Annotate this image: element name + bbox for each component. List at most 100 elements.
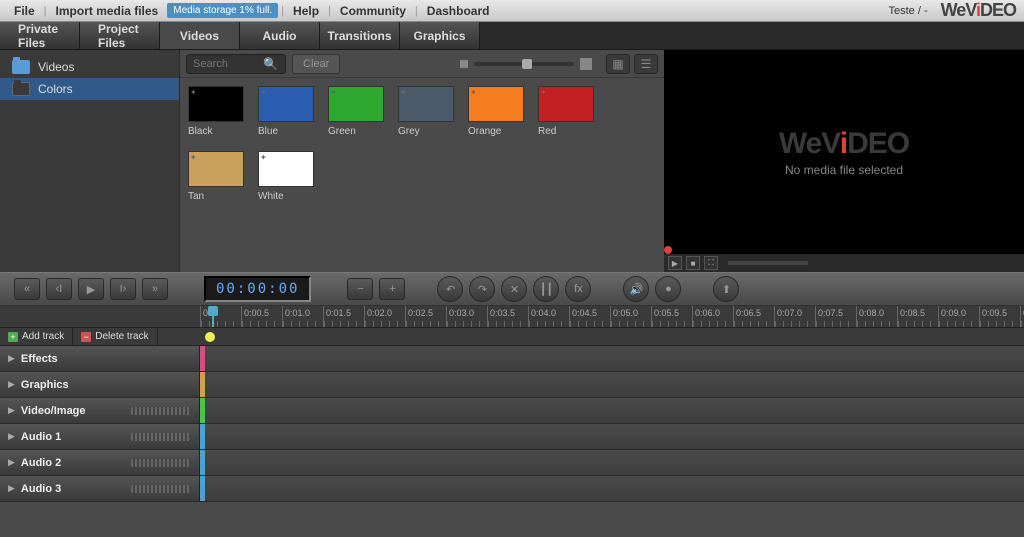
tab-private-files[interactable]: Private Files: [0, 22, 80, 49]
prev-frame-button[interactable]: ‹I: [46, 278, 72, 300]
timeline-track[interactable]: ▶Audio 2: [0, 450, 1024, 476]
large-icon: [580, 58, 592, 70]
color-swatch[interactable]: Orange: [468, 86, 524, 137]
split-button[interactable]: ┃┃: [533, 276, 559, 302]
track-header[interactable]: ▶Audio 3: [0, 476, 200, 501]
swatch-label: Black: [188, 126, 244, 137]
timeline-track[interactable]: ▶ Effects: [0, 346, 1024, 372]
playhead[interactable]: [208, 306, 220, 318]
delete-clip-button[interactable]: ✕: [501, 276, 527, 302]
sidebar-item-videos[interactable]: Videos: [0, 56, 179, 78]
level-meter: [131, 485, 191, 493]
tab-project-files[interactable]: Project Files: [80, 22, 160, 49]
expand-icon[interactable]: ▶: [8, 431, 15, 442]
track-lane[interactable]: [205, 476, 1024, 501]
app-logo: WeViDEO: [941, 0, 1016, 21]
track-header[interactable]: ▶Audio 2: [0, 450, 200, 475]
tab-videos[interactable]: Videos: [160, 22, 240, 49]
swatch-box: [538, 86, 594, 122]
grid-view-button[interactable]: ▦: [606, 54, 630, 74]
expand-icon[interactable]: ▶: [8, 483, 15, 494]
expand-icon[interactable]: ▶: [8, 457, 15, 468]
track-lane[interactable]: [205, 398, 1024, 423]
marker-icon[interactable]: [205, 332, 215, 342]
search-input-wrap[interactable]: 🔍: [186, 54, 286, 74]
zoom-in-button[interactable]: +: [379, 278, 405, 300]
track-lane[interactable]: [205, 372, 1024, 397]
record-button[interactable]: ●: [655, 276, 681, 302]
minus-icon: −: [81, 332, 91, 342]
timeline-track[interactable]: ▶Audio 1: [0, 424, 1024, 450]
rewind-button[interactable]: «: [14, 278, 40, 300]
preview-volume-slider[interactable]: [728, 261, 808, 265]
tab-transitions[interactable]: Transitions: [320, 22, 400, 49]
ruler-tick: 0:00.5: [241, 306, 282, 327]
color-swatch[interactable]: White: [258, 151, 314, 202]
color-swatch[interactable]: Tan: [188, 151, 244, 202]
track-header[interactable]: ▶Audio 1: [0, 424, 200, 449]
folder-icon: [12, 82, 30, 96]
swatch-box: [328, 86, 384, 122]
menu-dashboard[interactable]: Dashboard: [421, 4, 496, 18]
track-name: Video/Image: [21, 405, 125, 417]
preview-stop-button[interactable]: ■: [686, 256, 700, 270]
menu-community[interactable]: Community: [334, 4, 412, 18]
preview-message: No media file selected: [785, 163, 903, 177]
menu-file[interactable]: File: [8, 4, 41, 18]
ruler-tick: 0:02.0: [364, 306, 405, 327]
ruler-tick: 0:04.5: [569, 306, 610, 327]
timeline-track[interactable]: ▶ Video/Image: [0, 398, 1024, 424]
search-input[interactable]: [193, 58, 263, 70]
sidebar-item-colors[interactable]: Colors: [0, 78, 179, 100]
color-swatch[interactable]: Blue: [258, 86, 314, 137]
timeline-track[interactable]: ▶Audio 3: [0, 476, 1024, 502]
track-lane[interactable]: [205, 346, 1024, 371]
next-frame-button[interactable]: I›: [110, 278, 136, 300]
redo-button[interactable]: ↷: [469, 276, 495, 302]
expand-icon[interactable]: ▶: [8, 353, 15, 364]
fx-button[interactable]: fx: [565, 276, 591, 302]
color-swatch[interactable]: Red: [538, 86, 594, 137]
undo-button[interactable]: ↶: [437, 276, 463, 302]
volume-button[interactable]: 🔊: [623, 276, 649, 302]
color-swatch[interactable]: Black: [188, 86, 244, 137]
thumb-size-slider[interactable]: [460, 58, 592, 70]
export-button[interactable]: ⬆: [713, 276, 739, 302]
add-track-button[interactable]: +Add track: [0, 328, 73, 345]
delete-track-button[interactable]: −Delete track: [73, 328, 157, 345]
ruler-tick: 0:08.0: [856, 306, 897, 327]
user-label[interactable]: Teste / -: [888, 5, 927, 17]
list-view-button[interactable]: ☰: [634, 54, 658, 74]
track-header[interactable]: ▶Graphics: [0, 372, 200, 397]
expand-icon[interactable]: ▶: [8, 405, 15, 416]
preview-fullscreen-button[interactable]: ⛶: [704, 256, 718, 270]
small-icon: [460, 60, 468, 68]
ruler-tick: 0:01.0: [282, 306, 323, 327]
track-header[interactable]: ▶ Effects: [0, 346, 200, 371]
slider-track[interactable]: [474, 62, 574, 66]
swatch-label: White: [258, 191, 314, 202]
forward-button[interactable]: »: [142, 278, 168, 300]
track-header[interactable]: ▶ Video/Image: [0, 398, 200, 423]
ruler-tick: 0:07.0: [774, 306, 815, 327]
expand-icon[interactable]: ▶: [8, 379, 15, 390]
preview-play-button[interactable]: ▶: [668, 256, 682, 270]
view-mode-buttons: ▦ ☰: [606, 54, 658, 74]
ruler-tick: 0:09.0: [938, 306, 979, 327]
menu-import[interactable]: Import media files: [50, 4, 165, 18]
track-lane[interactable]: [205, 424, 1024, 449]
folder-icon: [12, 60, 30, 74]
track-lane[interactable]: [205, 450, 1024, 475]
zoom-out-button[interactable]: −: [347, 278, 373, 300]
tab-graphics[interactable]: Graphics: [400, 22, 480, 49]
color-swatch[interactable]: Grey: [398, 86, 454, 137]
tab-audio[interactable]: Audio: [240, 22, 320, 49]
in-point-marker[interactable]: [664, 246, 672, 254]
clear-button[interactable]: Clear: [292, 54, 340, 74]
menu-help[interactable]: Help: [287, 4, 325, 18]
timeline-track[interactable]: ▶Graphics: [0, 372, 1024, 398]
play-button[interactable]: ▶: [78, 278, 104, 300]
timeline-ruler[interactable]: 0:00:00.50:01.00:01.50:02.00:02.50:03.00…: [0, 306, 1024, 328]
color-swatch[interactable]: Green: [328, 86, 384, 137]
track-name: Effects: [21, 353, 191, 365]
